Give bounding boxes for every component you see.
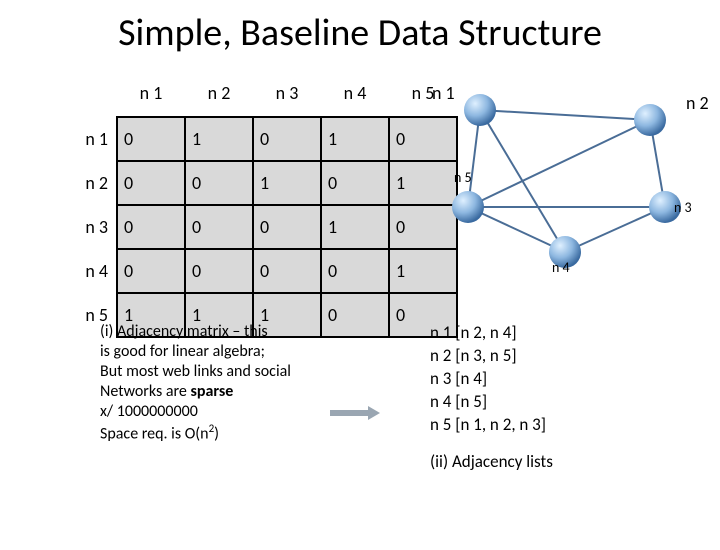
caption-line: (i) Adjacency matrix – this — [100, 322, 360, 342]
cell: 1 — [253, 161, 321, 205]
node-label-n4: n 4 — [552, 259, 570, 276]
caption-line: Networks are sparse — [100, 382, 360, 402]
row-n3: n 3 — [48, 205, 117, 249]
content-area: n 1 n 2 n 3 n 4 n 5 n 1 0 1 0 1 0 n 2 0 … — [0, 62, 720, 542]
cell: 0 — [117, 161, 185, 205]
adjacency-matrix: n 1 n 2 n 3 n 4 n 5 n 1 0 1 0 1 0 n 2 0 … — [48, 72, 458, 338]
matrix-table: n 1 n 2 n 3 n 4 n 5 n 1 0 1 0 1 0 n 2 0 … — [48, 72, 458, 338]
cell: 0 — [253, 117, 321, 161]
list-item: n 3 [n 4] — [430, 368, 553, 391]
cell: 0 — [253, 205, 321, 249]
arrow-icon — [330, 406, 380, 420]
list-item: n 4 [n 5] — [430, 391, 553, 414]
col-n1: n 1 — [117, 72, 185, 117]
cell: 1 — [321, 205, 389, 249]
cell: 1 — [185, 117, 253, 161]
row-n1: n 1 — [48, 117, 117, 161]
matrix-caption: (i) Adjacency matrix – this is good for … — [100, 322, 360, 444]
node-label-n5: n 5 — [454, 169, 472, 186]
graph-diagram: n 5 n 3 n 4 — [410, 72, 700, 312]
list-item: n 2 [n 3, n 5] — [430, 345, 553, 368]
caption-line: But most web links and social — [100, 362, 360, 382]
caption-line: Space req. is O(n2) — [100, 422, 360, 444]
list-item: n 5 [n 1, n 2, n 3] — [430, 414, 553, 437]
cell: 0 — [117, 249, 185, 293]
col-n4: n 4 — [321, 72, 389, 117]
cell: 0 — [185, 205, 253, 249]
cell: 0 — [185, 161, 253, 205]
cell: 0 — [321, 161, 389, 205]
cell: 0 — [117, 117, 185, 161]
cell: 0 — [253, 249, 321, 293]
cell: 0 — [185, 249, 253, 293]
page-title: Simple, Baseline Data Structure — [0, 10, 720, 56]
row-n2: n 2 — [48, 161, 117, 205]
caption-line: is good for linear algebra; — [100, 342, 360, 362]
caption-line: x/ 1000000000 — [100, 402, 360, 422]
col-n3: n 3 — [253, 72, 321, 117]
row-n4: n 4 — [48, 249, 117, 293]
col-n2: n 2 — [185, 72, 253, 117]
adjacency-lists: n 1 [n 2, n 4] n 2 [n 3, n 5] n 3 [n 4] … — [430, 322, 553, 474]
cell: 0 — [117, 205, 185, 249]
cell: 0 — [321, 249, 389, 293]
list-item: n 1 [n 2, n 4] — [430, 322, 553, 345]
cell: 1 — [321, 117, 389, 161]
adjlist-caption: (ii) Adjacency lists — [430, 451, 553, 474]
node-label-n3: n 3 — [674, 199, 692, 216]
